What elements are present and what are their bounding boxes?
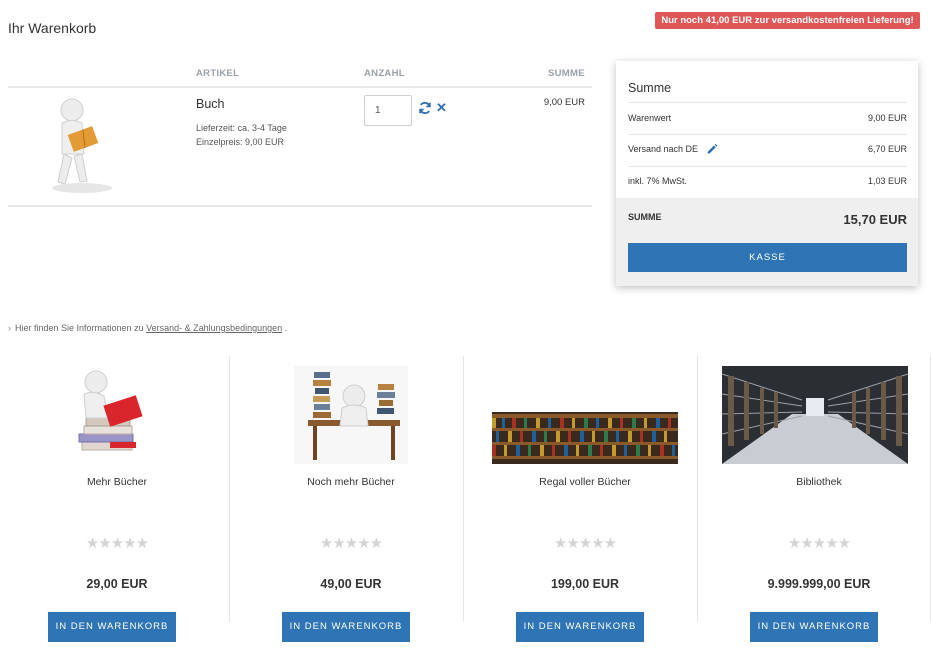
product-card-name[interactable]: Bibliothek — [702, 476, 932, 488]
column-header-article: ARTIKEL — [196, 68, 240, 79]
info-prefix: Hier finden Sie Informationen zu — [15, 323, 144, 333]
cart-item-name[interactable]: Buch — [196, 97, 225, 111]
card-divider — [229, 356, 230, 622]
summary-divider — [628, 102, 907, 103]
bookshelf-image[interactable] — [488, 364, 678, 471]
add-to-cart-button[interactable]: IN DEN WARENKORB — [48, 612, 176, 642]
product-card-name[interactable]: Noch mehr Bücher — [234, 476, 468, 488]
summary-total-value: 15,70 EUR — [843, 212, 907, 227]
table-row-divider — [8, 205, 592, 207]
column-header-sum: SUMME — [548, 68, 585, 79]
cart-item-unit-price: Einzelpreis: 9,00 EUR — [196, 137, 285, 147]
card-divider — [697, 356, 698, 622]
product-card-name[interactable]: Mehr Bücher — [0, 476, 234, 488]
product-card: Regal voller Bücher ★★★★★ 199,00 EUR IN … — [468, 356, 702, 642]
product-card: Mehr Bücher ★★★★★ 29,00 EUR IN DEN WAREN… — [0, 356, 234, 642]
table-header-divider — [8, 86, 592, 88]
add-to-cart-button[interactable]: IN DEN WARENKORB — [516, 612, 644, 642]
summary-total-label: SUMME — [628, 212, 662, 222]
product-card-price: 199,00 EUR — [550, 577, 620, 591]
pencil-icon[interactable] — [706, 142, 718, 154]
checkout-button[interactable]: KASSE — [628, 243, 907, 272]
chevron-right-icon: › — [8, 323, 11, 333]
summary-divider — [628, 166, 907, 167]
star-rating: ★★★★★ — [85, 535, 149, 552]
summary-title: Summe — [628, 81, 672, 95]
add-to-cart-button[interactable]: IN DEN WARENKORB — [282, 612, 410, 642]
summary-value-shipping: 6,70 EUR — [867, 144, 907, 154]
person-at-desk-books-image[interactable] — [258, 364, 444, 464]
card-divider — [930, 356, 931, 622]
shipping-info-line: › Hier finden Sie Informationen zu Versan… — [8, 323, 287, 333]
remove-item-icon[interactable]: ✕ — [436, 100, 447, 116]
product-card: Bibliothek ★★★★★ 9.999.999,00 EUR IN DEN… — [702, 356, 932, 642]
info-suffix: . — [284, 323, 288, 333]
card-divider — [463, 356, 464, 622]
product-card-price: 29,00 EUR — [86, 577, 148, 591]
product-card-name[interactable]: Regal voller Bücher — [468, 476, 702, 488]
free-shipping-badge: Nur noch 41,00 EUR zur versandkostenfrei… — [655, 12, 920, 29]
page-title: Ihr Warenkorb — [8, 20, 97, 36]
order-summary-panel: Summe Warenwert 9,00 EUR Versand nach DE… — [616, 61, 918, 286]
library-aisle-image[interactable] — [721, 364, 909, 464]
person-reading-book-image[interactable] — [40, 96, 130, 196]
summary-label-shipping: Versand nach DE — [628, 144, 699, 154]
star-rating: ★★★★★ — [787, 535, 851, 552]
summary-label-vat: inkl. 7% MwSt. — [628, 176, 688, 186]
add-to-cart-button[interactable]: IN DEN WARENKORB — [750, 612, 878, 642]
star-rating: ★★★★★ — [319, 535, 383, 552]
summary-divider — [628, 134, 907, 135]
cart-item-delivery-time: Lieferzeit: ca. 3-4 Tage — [196, 123, 287, 133]
refresh-icon[interactable] — [418, 101, 432, 115]
product-card: Noch mehr Bücher ★★★★★ 49,00 EUR IN DEN … — [234, 356, 468, 642]
summary-value-vat: 1,03 EUR — [867, 176, 907, 186]
person-with-books-image[interactable] — [24, 364, 210, 464]
product-card-price: 49,00 EUR — [320, 577, 382, 591]
summary-label-goods-value: Warenwert — [628, 113, 672, 123]
shipping-payment-terms-link[interactable]: Versand- & Zahlungsbedingungen — [146, 323, 282, 333]
column-header-quantity: ANZAHL — [364, 68, 405, 79]
cart-item-line-total: 9,00 EUR — [543, 97, 585, 108]
summary-value-goods-value: 9,00 EUR — [867, 113, 907, 123]
quantity-input[interactable] — [364, 95, 412, 126]
star-rating: ★★★★★ — [553, 535, 617, 552]
product-card-price: 9.999.999,00 EUR — [767, 577, 871, 591]
